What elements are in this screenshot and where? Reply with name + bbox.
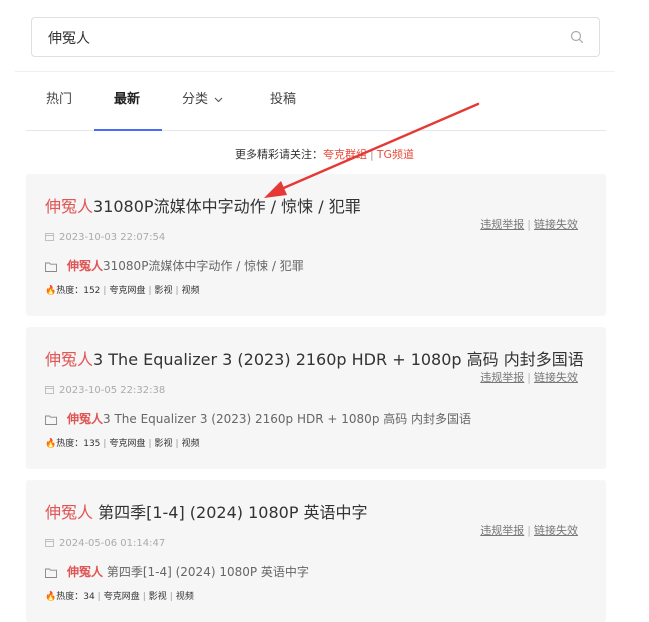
date-text: 2024-05-06 01:14:47 xyxy=(59,538,166,549)
category-tag[interactable]: 视频 xyxy=(176,592,194,602)
result-card: 伸冤人31080P流媒体中字动作 / 惊悚 / 犯罪 违规举报 | 链接失效 202… xyxy=(26,174,606,316)
invalid-link[interactable]: 链接失效 xyxy=(534,218,578,231)
category-tag[interactable]: 视频 xyxy=(182,286,200,296)
title-text: 第四季[1-4] (2024) 1080P 英语中字 xyxy=(93,503,368,522)
title-text: 3 The Equalizer 3 (2023) 2160p HDR + 108… xyxy=(93,350,584,369)
category-tag[interactable]: 视频 xyxy=(182,439,200,449)
result-actions: 违规举报 | 链接失效 xyxy=(480,216,578,232)
path-highlight: 伸冤人 xyxy=(67,259,104,273)
tab-category-label: 分类 xyxy=(182,92,209,107)
result-card: 伸冤人3 The Equalizer 3 (2023) 2160p HDR + … xyxy=(26,327,606,469)
path-text: 3 The Equalizer 3 (2023) 2160p HDR + 108… xyxy=(103,412,472,426)
result-meta: 🔥热度：152 | 夸克网盘 | 影视 | 视频 xyxy=(45,286,200,296)
folder-icon xyxy=(45,415,57,425)
result-title[interactable]: 伸冤人3 The Equalizer 3 (2023) 2160p HDR + … xyxy=(45,346,584,370)
heat-count: 热度：135 xyxy=(56,439,101,449)
result-meta: 🔥热度：135 | 夸克网盘 | 影视 | 视频 xyxy=(45,439,200,449)
chevron-down-icon xyxy=(214,97,223,102)
category-tag[interactable]: 影视 xyxy=(149,592,167,602)
calendar-icon xyxy=(45,539,54,547)
tab-latest-label: 最新 xyxy=(114,92,141,107)
search-input[interactable] xyxy=(46,18,550,58)
action-separator: | xyxy=(527,524,531,537)
fire-icon: 🔥 xyxy=(45,286,57,296)
result-actions: 违规举报 | 链接失效 xyxy=(480,522,578,538)
date-text: 2023-10-03 22:07:54 xyxy=(59,232,166,243)
result-path: 伸冤人3 The Equalizer 3 (2023) 2160p HDR + … xyxy=(45,410,471,427)
report-link[interactable]: 违规举报 xyxy=(480,371,524,384)
tab-hot[interactable]: 热门 xyxy=(46,72,72,130)
heat-count: 热度：34 xyxy=(56,592,95,602)
category-tag[interactable]: 影视 xyxy=(155,286,173,296)
title-highlight: 伸冤人 xyxy=(45,350,94,369)
folder-icon xyxy=(45,262,57,272)
quark-group-link[interactable]: 夸克群组 xyxy=(323,148,367,161)
fire-icon: 🔥 xyxy=(45,592,57,602)
tab-category[interactable]: 分类 xyxy=(182,72,223,130)
result-date: 2024-05-06 01:14:47 xyxy=(45,538,165,549)
date-text: 2023-10-05 22:32:38 xyxy=(59,385,166,396)
category-tag[interactable]: 影视 xyxy=(155,439,173,449)
folder-icon xyxy=(45,568,57,578)
calendar-icon xyxy=(45,386,54,394)
result-path: 伸冤人31080P流媒体中字动作 / 惊悚 / 犯罪 xyxy=(45,257,304,274)
result-card: 伸冤人 第四季[1-4] (2024) 1080P 英语中字 违规举报 | 链接失效… xyxy=(26,480,606,622)
path-highlight: 伸冤人 xyxy=(67,412,104,426)
notice-prefix: 更多精彩请关注： xyxy=(235,148,324,161)
search-icon[interactable] xyxy=(570,30,584,44)
action-separator: | xyxy=(527,218,531,231)
result-title[interactable]: 伸冤人 第四季[1-4] (2024) 1080P 英语中字 xyxy=(45,499,368,523)
drive-tag[interactable]: 夸克网盘 xyxy=(104,592,140,602)
tab-submit-label: 投稿 xyxy=(270,92,297,107)
tab-submit[interactable]: 投稿 xyxy=(270,72,296,130)
invalid-link[interactable]: 链接失效 xyxy=(534,524,578,537)
drive-tag[interactable]: 夸克网盘 xyxy=(109,439,145,449)
follow-notice: 更多精彩请关注：夸克群组 | TG频道 xyxy=(0,146,649,162)
path-text: 31080P流媒体中字动作 / 惊悚 / 犯罪 xyxy=(103,259,304,273)
active-tab-indicator xyxy=(94,129,162,131)
path-text: 第四季[1-4] (2024) 1080P 英语中字 xyxy=(103,565,309,579)
title-highlight: 伸冤人 xyxy=(45,503,94,522)
result-actions: 违规举报 | 链接失效 xyxy=(480,369,578,385)
path-highlight: 伸冤人 xyxy=(67,565,104,579)
tab-latest[interactable]: 最新 xyxy=(114,72,140,130)
action-separator: | xyxy=(527,371,531,384)
tab-hot-label: 热门 xyxy=(46,92,73,107)
result-title[interactable]: 伸冤人31080P流媒体中字动作 / 惊悚 / 犯罪 xyxy=(45,193,361,217)
fire-icon: 🔥 xyxy=(45,439,57,449)
report-link[interactable]: 违规举报 xyxy=(480,218,524,231)
result-meta: 🔥热度：34 | 夸克网盘 | 影视 | 视频 xyxy=(45,592,194,602)
notice-separator: | xyxy=(370,148,374,161)
tg-channel-link[interactable]: TG频道 xyxy=(377,148,414,161)
result-path: 伸冤人 第四季[1-4] (2024) 1080P 英语中字 xyxy=(45,563,309,580)
result-date: 2023-10-03 22:07:54 xyxy=(45,232,165,243)
drive-tag[interactable]: 夸克网盘 xyxy=(109,286,145,296)
invalid-link[interactable]: 链接失效 xyxy=(534,371,578,384)
heat-count: 热度：152 xyxy=(56,286,101,296)
title-highlight: 伸冤人 xyxy=(45,197,94,216)
title-text: 31080P流媒体中字动作 / 惊悚 / 犯罪 xyxy=(93,197,361,216)
report-link[interactable]: 违规举报 xyxy=(480,524,524,537)
calendar-icon xyxy=(45,233,54,241)
search-box[interactable] xyxy=(31,17,600,58)
result-date: 2023-10-05 22:32:38 xyxy=(45,385,165,396)
tab-bar: 热门 最新 分类 投稿 xyxy=(26,72,606,131)
